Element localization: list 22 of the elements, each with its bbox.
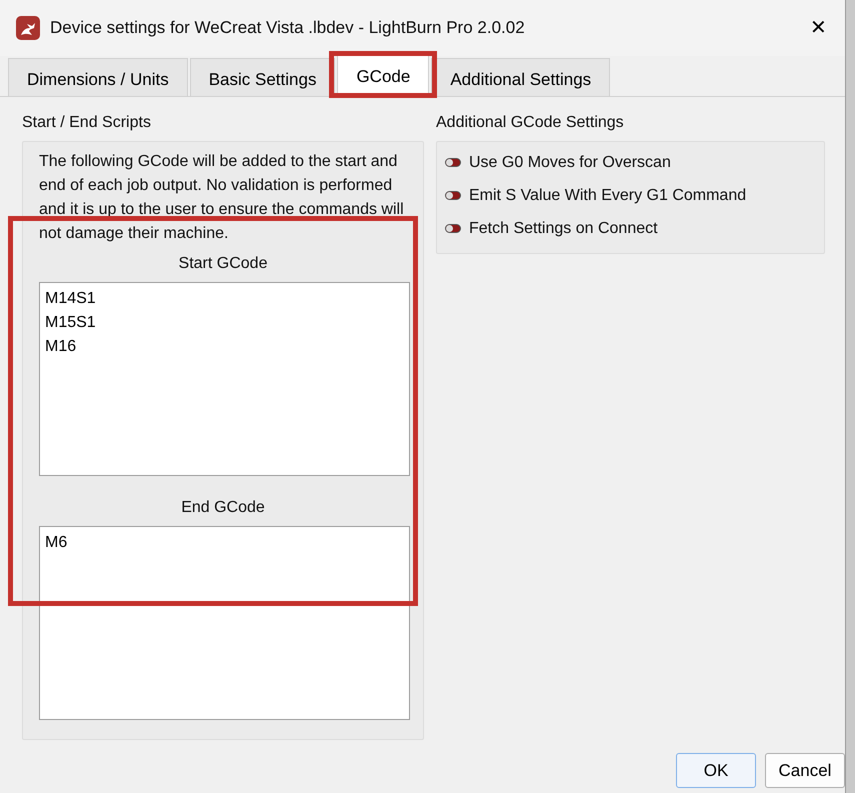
toggle-switch[interactable] bbox=[445, 158, 461, 167]
group-title: Start / End Scripts bbox=[22, 113, 152, 133]
toggle-switch[interactable] bbox=[445, 224, 461, 233]
option-label: Use G0 Moves for Overscan bbox=[469, 152, 671, 172]
dialog-button[interactable]: Cancel bbox=[765, 753, 845, 788]
option-label: Emit S Value With Every G1 Command bbox=[469, 186, 746, 206]
description-text: The following GCode will be added to the start and end of each job output. No validation is performed and it is up to the user to ensure the commands will not damage their machine. bbox=[39, 152, 405, 244]
tab[interactable]: Basic Settings bbox=[190, 58, 336, 96]
tab[interactable]: GCode bbox=[337, 55, 430, 96]
option-label: Fetch Settings on Connect bbox=[469, 218, 658, 238]
start-gcode-field[interactable]: M14S1 M15S1 M16 bbox=[39, 282, 410, 476]
window-title: Device settings for WeCreat Vista .lbdev - LightBurn Pro 2.0.02 bbox=[50, 17, 526, 40]
close-button[interactable]: ✕ bbox=[804, 13, 833, 43]
app-logo-icon bbox=[16, 16, 40, 40]
dialog-button[interactable]: OK bbox=[676, 753, 756, 788]
group-title: Additional GCode Settings bbox=[436, 113, 625, 133]
field-label: End GCode bbox=[180, 498, 266, 518]
field-label: Start GCode bbox=[178, 254, 268, 274]
end-gcode-field[interactable]: M6 bbox=[39, 526, 410, 720]
tab[interactable]: Dimensions / Units bbox=[8, 58, 188, 96]
tab[interactable]: Additional Settings bbox=[431, 58, 610, 96]
toggle-switch[interactable] bbox=[445, 191, 461, 200]
